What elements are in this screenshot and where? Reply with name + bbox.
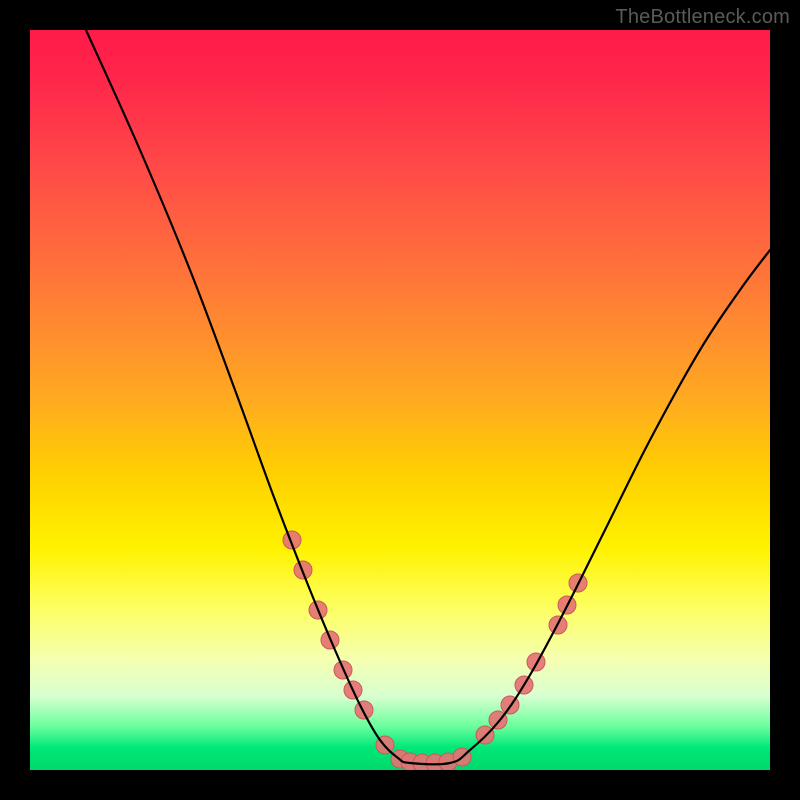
highlight-dot bbox=[527, 653, 545, 671]
bottleneck-curve bbox=[86, 30, 770, 764]
chart-container: TheBottleneck.com bbox=[0, 0, 800, 800]
marker-group bbox=[283, 531, 587, 770]
highlight-dot bbox=[355, 701, 373, 719]
curve-group bbox=[86, 30, 770, 764]
watermark-text: TheBottleneck.com bbox=[615, 6, 790, 29]
curve-svg bbox=[30, 30, 770, 770]
plot-area bbox=[30, 30, 770, 770]
